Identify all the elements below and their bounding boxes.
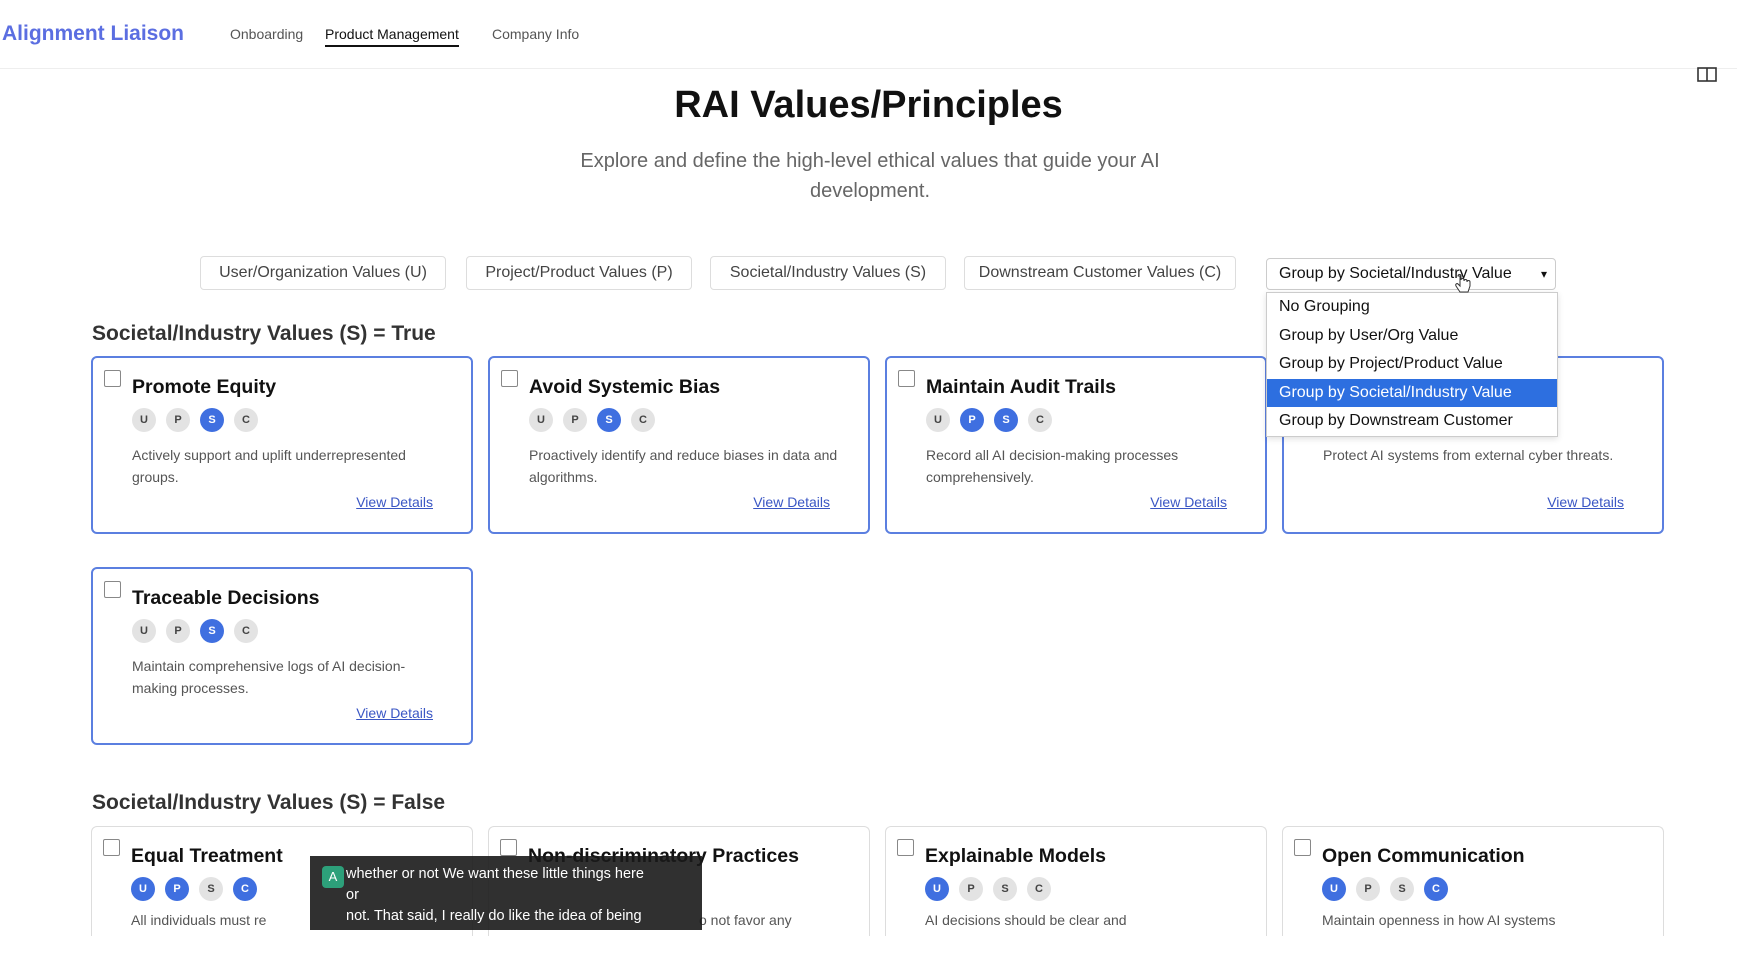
- value-card[interactable]: Promote Equity U P S C Actively support …: [91, 356, 473, 534]
- option-no-grouping[interactable]: No Grouping: [1267, 293, 1557, 322]
- card-title: Traceable Decisions: [132, 587, 320, 609]
- page-title: RAI Values/Principles: [674, 84, 1063, 126]
- card-badges: U P S C: [131, 877, 257, 901]
- page-subtitle: Explore and define the high-level ethica…: [580, 150, 1160, 202]
- badge-c: C: [234, 408, 258, 432]
- badge-s: S: [200, 408, 224, 432]
- badge-s: S: [199, 877, 223, 901]
- grouping-dropdown[interactable]: No Grouping Group by User/Org Value Grou…: [1266, 292, 1558, 437]
- view-details-link[interactable]: View Details: [356, 494, 433, 510]
- hand-cursor-icon: [1455, 274, 1471, 293]
- card-checkbox[interactable]: [103, 839, 120, 856]
- badge-p: P: [959, 877, 983, 901]
- caption-text: whether or not We want these little thin…: [322, 864, 652, 969]
- card-description: Maintain comprehensive logs of AI decisi…: [132, 658, 406, 696]
- badge-u: U: [132, 408, 156, 432]
- badge-c: C: [233, 877, 257, 901]
- card-description: Maintain openness in how AI systems: [1322, 912, 1556, 928]
- card-title: Open Communication: [1322, 845, 1525, 867]
- view-details-link[interactable]: View Details: [753, 494, 830, 510]
- value-card[interactable]: Open Communication U P S C Maintain open…: [1282, 826, 1664, 936]
- badge-u: U: [529, 408, 553, 432]
- option-group-downstream-customer[interactable]: Group by Downstream Customer: [1267, 407, 1557, 436]
- option-group-user-org[interactable]: Group by User/Org Value: [1267, 322, 1557, 351]
- view-details-link[interactable]: View Details: [1150, 494, 1227, 510]
- filter-downstream-customer-values[interactable]: Downstream Customer Values (C): [964, 256, 1236, 290]
- card-description: AI decisions should be clear and: [925, 912, 1127, 928]
- book-icon[interactable]: [1697, 66, 1717, 84]
- filter-user-org-values[interactable]: User/Organization Values (U): [200, 256, 446, 290]
- caption-line: not. That said, I really do like the ide…: [346, 908, 642, 945]
- card-checkbox[interactable]: [898, 370, 915, 387]
- brand-logo[interactable]: Alignment Liaison: [2, 22, 184, 46]
- card-badges: U P S C: [1322, 877, 1448, 901]
- badge-s: S: [200, 619, 224, 643]
- badge-s: S: [1390, 877, 1414, 901]
- value-card[interactable]: Avoid Systemic Bias U P S C Proactively …: [488, 356, 870, 534]
- option-group-project-product[interactable]: Group by Project/Product Value: [1267, 350, 1557, 379]
- badge-p: P: [166, 619, 190, 643]
- badge-u: U: [925, 877, 949, 901]
- top-nav-bar: Alignment Liaison Onboarding Product Man…: [0, 0, 1737, 69]
- view-details-link[interactable]: View Details: [356, 705, 433, 721]
- section-title-false: Societal/Industry Values (S) = False: [92, 791, 446, 814]
- caption-line: to show values by groups, by grouping th…: [346, 950, 650, 966]
- badge-s: S: [993, 877, 1017, 901]
- badge-c: C: [631, 408, 655, 432]
- badge-p: P: [960, 408, 984, 432]
- nav-onboarding[interactable]: Onboarding: [230, 26, 303, 42]
- grouping-select[interactable]: Group by Societal/Industry Value ▾: [1266, 258, 1556, 290]
- filter-project-product-values[interactable]: Project/Product Values (P): [466, 256, 692, 290]
- card-badges: U P S C: [925, 877, 1051, 901]
- card-description: Protect AI systems from external cyber t…: [1323, 447, 1614, 463]
- section-title-true: Societal/Industry Values (S) = True: [92, 322, 436, 345]
- card-checkbox[interactable]: [500, 839, 517, 856]
- card-title: Equal Treatment: [131, 845, 283, 867]
- badge-u: U: [131, 877, 155, 901]
- badge-p: P: [563, 408, 587, 432]
- card-title: Explainable Models: [925, 845, 1106, 867]
- grouping-selected-value: Group by Societal/Industry Value: [1279, 265, 1512, 282]
- card-title: Promote Equity: [132, 376, 277, 398]
- filter-societal-industry-values[interactable]: Societal/Industry Values (S): [710, 256, 946, 290]
- card-checkbox[interactable]: [1294, 839, 1311, 856]
- view-details-link[interactable]: View Details: [1547, 494, 1624, 510]
- badge-p: P: [165, 877, 189, 901]
- card-badges: U P S C: [132, 408, 258, 432]
- badge-c: C: [234, 619, 258, 643]
- value-card[interactable]: Explainable Models U P S C AI decisions …: [885, 826, 1267, 936]
- value-card[interactable]: Maintain Audit Trails U P S C Record all…: [885, 356, 1267, 534]
- nav-product-management[interactable]: Product Management: [325, 26, 459, 47]
- nav-company-info[interactable]: Company Info: [492, 26, 579, 42]
- caption-line: whether or not We want these little thin…: [346, 866, 644, 903]
- badge-c: C: [1424, 877, 1448, 901]
- badge-c: C: [1028, 408, 1052, 432]
- card-title: Avoid Systemic Bias: [529, 376, 721, 398]
- caption-overlay: A whether or not We want these little th…: [310, 856, 702, 966]
- card-title: Maintain Audit Trails: [926, 376, 1116, 398]
- card-checkbox[interactable]: [897, 839, 914, 856]
- card-badges: U P S C: [529, 408, 655, 432]
- card-badges: U P S C: [926, 408, 1052, 432]
- badge-p: P: [166, 408, 190, 432]
- option-group-societal-industry[interactable]: Group by Societal/Industry Value: [1267, 378, 1557, 407]
- badge-u: U: [926, 408, 950, 432]
- badge-p: P: [1356, 877, 1380, 901]
- badge-s: S: [597, 408, 621, 432]
- card-checkbox[interactable]: [104, 370, 121, 387]
- badge-u: U: [132, 619, 156, 643]
- card-description: Actively support and uplift underreprese…: [132, 447, 406, 485]
- badge-u: U: [1322, 877, 1346, 901]
- card-description: Record all AI decision-making processes …: [926, 447, 1179, 485]
- card-description: Proactively identify and reduce biases i…: [529, 447, 838, 485]
- badge-s: S: [994, 408, 1018, 432]
- card-badges: U P S C: [132, 619, 258, 643]
- value-card[interactable]: Traceable Decisions U P S C Maintain com…: [91, 567, 473, 745]
- card-checkbox[interactable]: [104, 581, 121, 598]
- card-checkbox[interactable]: [501, 370, 518, 387]
- badge-c: C: [1027, 877, 1051, 901]
- chevron-down-icon: ▾: [1540, 267, 1547, 281]
